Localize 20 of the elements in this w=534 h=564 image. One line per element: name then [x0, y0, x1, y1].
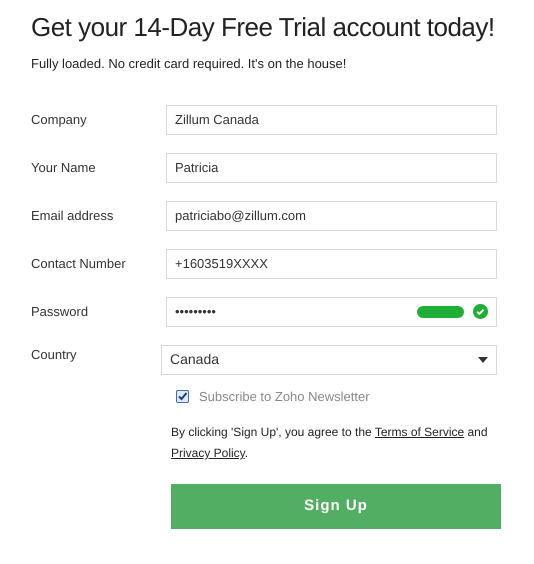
page-subtitle: Fully loaded. No credit card required. It's on the house!: [31, 55, 348, 73]
field-label: Email address: [31, 206, 114, 225]
page-title: Get your 14-Day Free Trial account today!: [31, 11, 496, 44]
caret-icon: [478, 356, 488, 362]
newsletter-checkbox[interactable]: [176, 390, 189, 403]
terms-link[interactable]: Terms of Service: [374, 425, 464, 439]
terms-text: By clicking 'Sign Up', you agree to the Terms of Service and Privacy Policy.: [171, 424, 489, 462]
text-field[interactable]: +1603519XXXX: [166, 248, 497, 278]
password-field[interactable]: •••••••••: [166, 296, 497, 326]
field-label: Password: [31, 302, 90, 321]
field-label: Your Name: [31, 158, 97, 177]
field-label: Contact Number: [31, 254, 127, 273]
field-label: Company: [31, 110, 88, 129]
country-select[interactable]: Canada: [161, 344, 497, 374]
newsletter-label: Subscribe to Zoho Newsletter: [199, 388, 370, 406]
privacy-link[interactable]: Privacy Policy: [171, 446, 245, 460]
text-field[interactable]: Zillum Canada: [166, 104, 497, 134]
field-label: Country: [31, 346, 78, 364]
text-field[interactable]: patriciabo@zillum.com: [166, 200, 497, 230]
text-field[interactable]: Patricia: [166, 152, 497, 182]
